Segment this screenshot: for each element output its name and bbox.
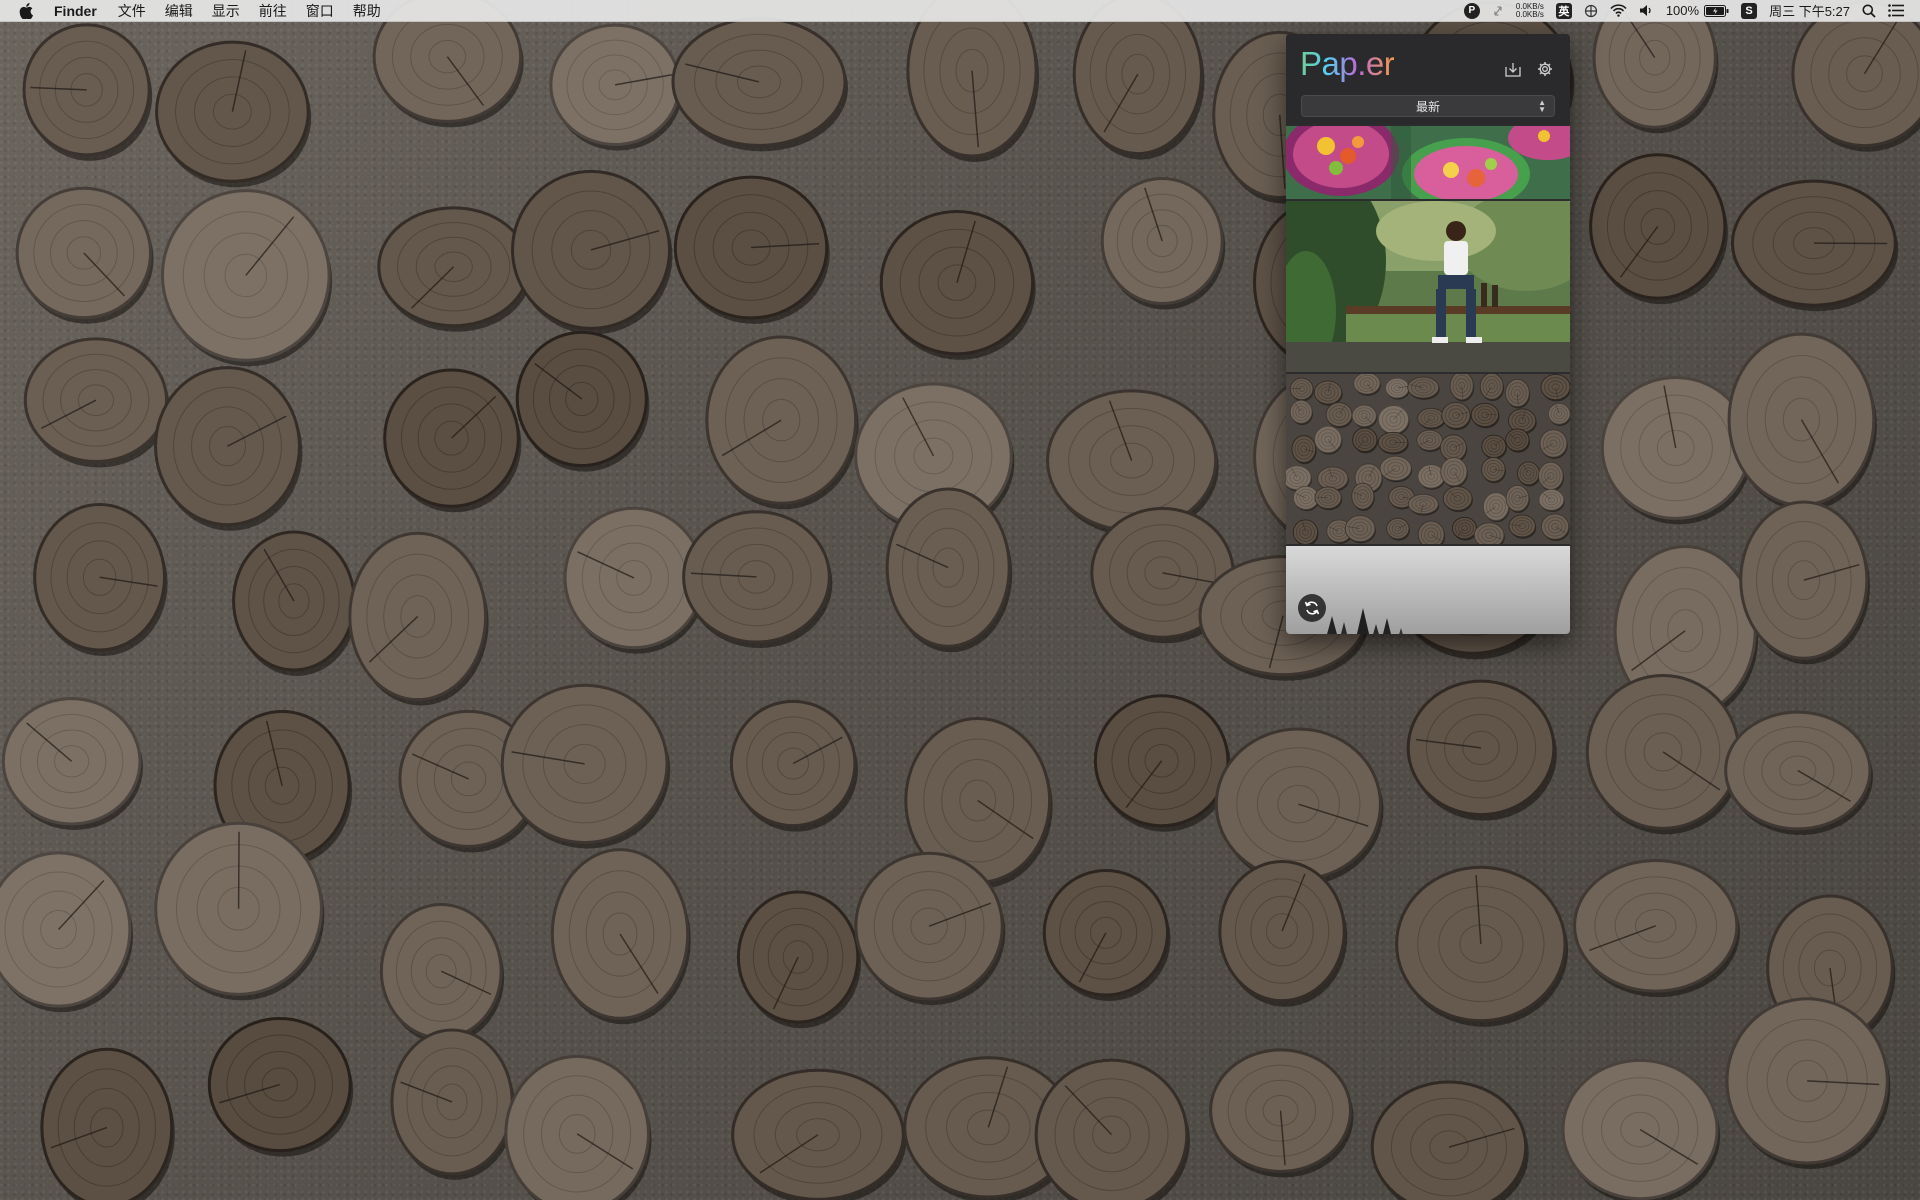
input-method-icon[interactable]: 英 xyxy=(1555,2,1572,19)
menu-bar-tray: P 0.0KB/s 0.0KB/s 英 100% S 周三 下午5:27 xyxy=(1452,0,1920,21)
desktop-wallpaper xyxy=(0,0,1920,1200)
wallpaper-list xyxy=(1286,126,1570,634)
menu-edit[interactable]: 编辑 xyxy=(165,0,193,22)
menu-bar: Finder 文件 编辑 显示 前往 窗口 帮助 P 0.0KB/s 0.0KB… xyxy=(0,0,1920,22)
refresh-icon xyxy=(1304,601,1320,615)
wallpaper-thumbnail-wood-slices[interactable] xyxy=(1286,374,1570,544)
menu-help[interactable]: 帮助 xyxy=(353,0,381,22)
dropdown-arrows-icon: ▲ ▼ xyxy=(1538,98,1546,114)
spotlight-search-icon[interactable] xyxy=(1862,4,1876,18)
menu-bar-left: Finder 文件 编辑 显示 前往 窗口 帮助 xyxy=(0,0,400,21)
sort-dropdown[interactable]: 最新 ▲ ▼ xyxy=(1301,95,1555,117)
refresh-button[interactable] xyxy=(1298,594,1326,622)
paper-tray-icon[interactable]: P xyxy=(1463,2,1480,19)
paper-header: Pap.er 最新 ▲ ▼ xyxy=(1286,34,1570,124)
menu-file[interactable]: 文件 xyxy=(118,0,146,22)
paper-logo: Pap.er xyxy=(1300,42,1395,86)
sogou-input-icon[interactable]: S xyxy=(1741,2,1758,19)
sort-dropdown-value: 最新 xyxy=(1415,99,1440,114)
network-link-icon[interactable] xyxy=(1584,4,1598,18)
resize-arrows-icon[interactable] xyxy=(1492,4,1504,18)
clock[interactable]: 周三 下午5:27 xyxy=(1769,1,1850,20)
network-speed: 0.0KB/s 0.0KB/s xyxy=(1515,2,1544,19)
menu-window[interactable]: 窗口 xyxy=(306,0,334,22)
download-tray-icon xyxy=(1505,62,1521,77)
wallpaper-thumbnail-foggy-forest[interactable] xyxy=(1286,546,1570,634)
menu-view[interactable]: 显示 xyxy=(212,0,240,22)
download-button[interactable] xyxy=(1504,60,1522,78)
apple-menu-icon[interactable] xyxy=(18,2,34,19)
settings-button[interactable] xyxy=(1536,60,1554,78)
wallpaper-thumbnail-garden-portrait[interactable] xyxy=(1286,201,1570,372)
menu-app-finder[interactable]: Finder xyxy=(54,0,97,22)
volume-icon[interactable] xyxy=(1639,4,1654,17)
gear-icon xyxy=(1538,62,1552,76)
wallpaper-wood-slices xyxy=(0,0,1920,1200)
menu-go[interactable]: 前往 xyxy=(259,0,287,22)
paper-popover: Pap.er 最新 ▲ ▼ xyxy=(1286,34,1570,634)
net-download-speed: 0.0KB/s xyxy=(1515,9,1544,19)
wallpaper-thumbnail-food[interactable] xyxy=(1286,126,1570,199)
notification-center-icon[interactable] xyxy=(1888,4,1904,17)
battery-percent: 100% xyxy=(1665,3,1700,18)
wifi-icon[interactable] xyxy=(1610,4,1627,17)
battery-icon[interactable] xyxy=(1704,4,1729,17)
